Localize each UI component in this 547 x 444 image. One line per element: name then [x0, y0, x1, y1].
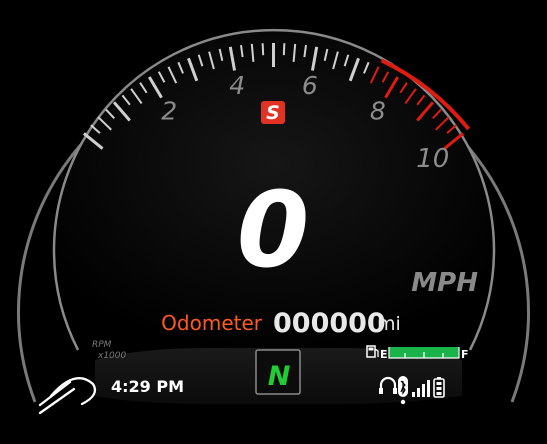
rpm-multiplier-label: x1000 — [97, 351, 127, 361]
tach-minor-tick — [261, 43, 265, 56]
odometer-value: 000000 — [273, 308, 386, 339]
speed-unit: MPH — [411, 268, 478, 298]
odometer-label: Odometer — [161, 311, 263, 335]
drive-mode-label: S — [266, 102, 280, 124]
speed-value: 0 — [237, 169, 309, 291]
rpm-unit-label: RPM — [92, 340, 112, 350]
gear-value: N — [268, 361, 291, 392]
tach-label: 4 — [229, 71, 245, 100]
fuel-empty-label: E — [380, 348, 388, 361]
tach-label: 10 — [416, 144, 449, 174]
tach-label: 2 — [161, 97, 177, 126]
tach-minor-tick — [282, 43, 286, 56]
tach-label: 8 — [370, 97, 386, 126]
clock-time: 4:29 PM — [111, 377, 184, 396]
fuel-full-label: F — [461, 348, 469, 361]
gear-indicator: N — [255, 349, 301, 395]
instrument-cluster: 2 4 6 8 10 S 0 MPH Odometer 000000 mi RPM x1… — [0, 0, 547, 444]
odometer-unit: mi — [377, 313, 401, 335]
drive-mode-badge: S — [261, 101, 285, 124]
tach-label: 6 — [302, 71, 318, 100]
